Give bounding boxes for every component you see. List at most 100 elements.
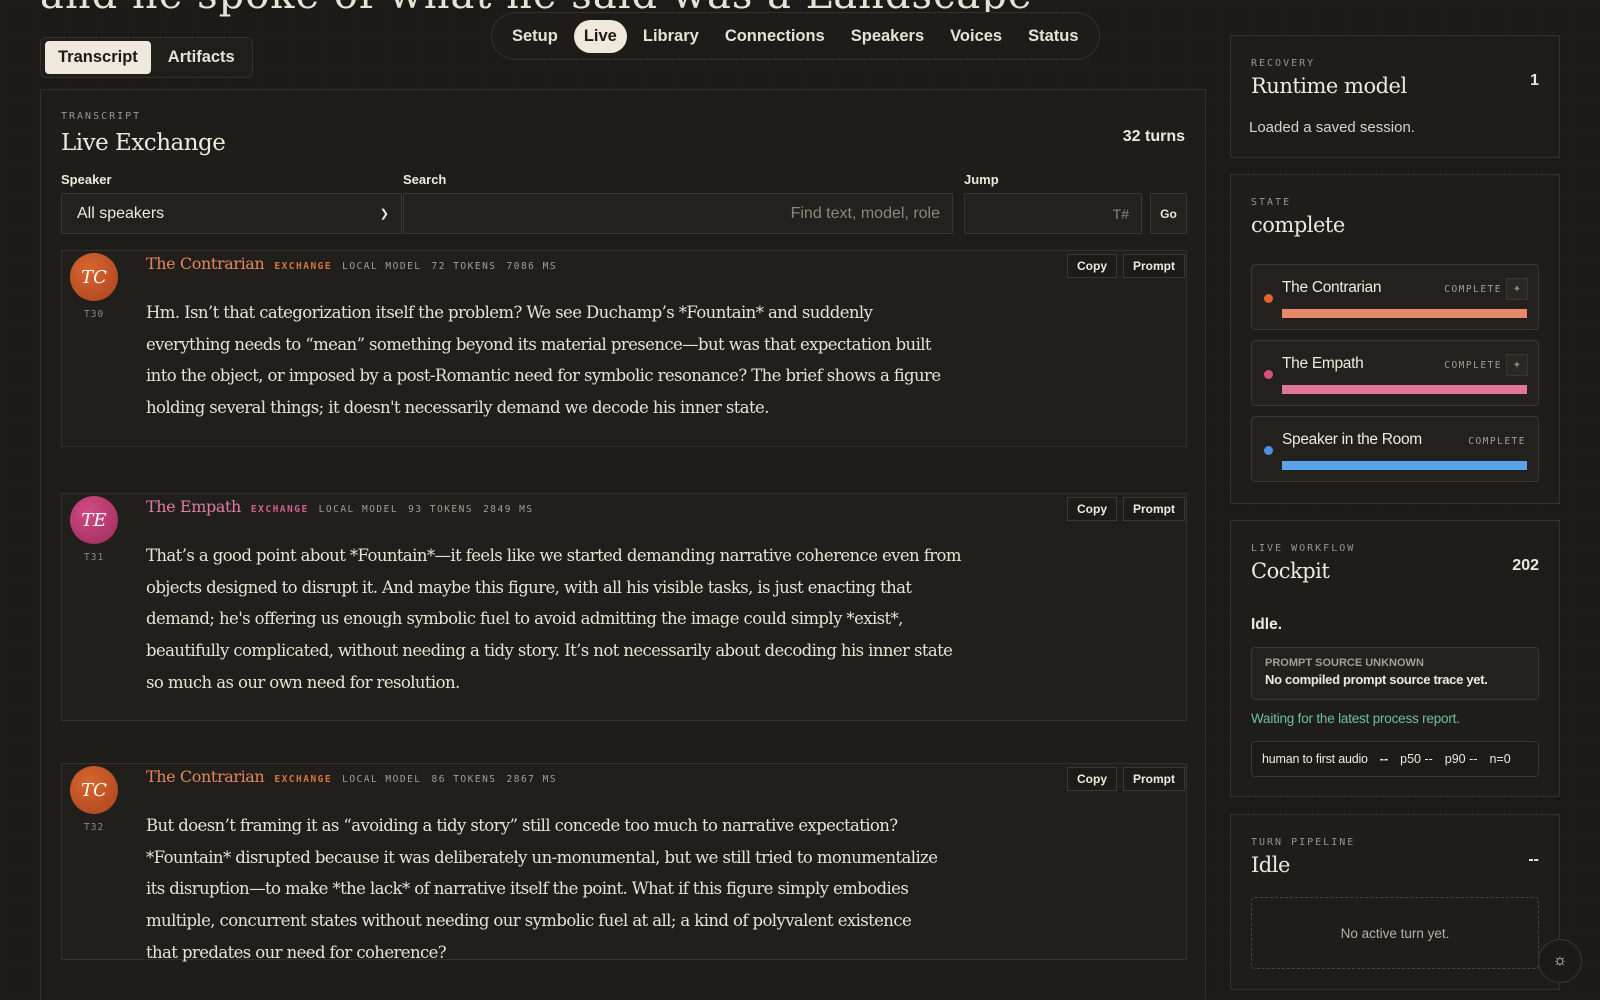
transcript-turn: TC T32 The Contrarian EXCHANGE LOCAL MOD… — [61, 763, 1187, 962]
copy-button[interactable]: Copy — [1067, 497, 1117, 521]
metric-n: n=0 — [1489, 752, 1511, 766]
tab-artifacts[interactable]: Artifacts — [155, 41, 248, 74]
metric-p90: p90 -- — [1444, 752, 1478, 766]
turn-text: But doesn’t framing it as “avoiding a ti… — [146, 816, 938, 962]
turn-header: The Empath EXCHANGE LOCAL MODEL 93 TOKEN… — [146, 497, 534, 516]
copy-button[interactable]: Copy — [1067, 767, 1117, 791]
state-eyebrow: STATE — [1251, 197, 1292, 208]
turn-actions: Copy Prompt — [1067, 767, 1185, 791]
main-nav: Setup Live Library Connections Speakers … — [491, 12, 1100, 60]
speaker-status-row: The Contrarian COMPLETE ✦ — [1251, 264, 1539, 330]
speaker-status-row: Speaker in the Room COMPLETE — [1251, 416, 1539, 482]
pipeline-card: TURN PIPELINE Idle -- No active turn yet… — [1230, 814, 1560, 990]
sun-icon: ☼ — [1552, 952, 1568, 969]
go-button[interactable]: Go — [1150, 193, 1187, 234]
transcript-turn: TE T31 The Empath EXCHANGE LOCAL MODEL 9… — [61, 493, 1187, 721]
search-input[interactable]: Find text, model, role — [403, 193, 953, 234]
speaker-progress-bar — [1282, 461, 1527, 470]
speaker-name: The Contrarian — [146, 254, 265, 273]
turn-kind: EXCHANGE — [274, 774, 333, 785]
speaker-progress-fill — [1282, 309, 1527, 318]
cockpit-count: 202 — [1512, 557, 1539, 574]
nav-setup[interactable]: Setup — [502, 20, 568, 53]
speaker-filter-label: Speaker — [61, 172, 112, 187]
pipeline-empty-state: No active turn yet. — [1251, 897, 1539, 969]
speaker-progress-fill — [1282, 385, 1527, 394]
metric-label: human to first audio — [1262, 752, 1368, 766]
recovery-card: RECOVERY Runtime model 1 Loaded a saved … — [1230, 35, 1560, 158]
recovery-eyebrow: RECOVERY — [1251, 58, 1316, 69]
speaker-status-label: COMPLETE — [1444, 360, 1502, 371]
nav-live[interactable]: Live — [573, 19, 627, 53]
turn-id: T32 — [84, 822, 105, 833]
turn-count: 32 turns — [1122, 128, 1185, 145]
turn-id: T30 — [84, 309, 105, 320]
nav-connections[interactable]: Connections — [715, 20, 835, 53]
speaker-progress-fill — [1282, 461, 1527, 470]
copy-button[interactable]: Copy — [1067, 254, 1117, 278]
tab-transcript[interactable]: Transcript — [45, 41, 151, 74]
turn-text: That’s a good point about *Fountain*—it … — [146, 546, 962, 692]
turn-header: The Contrarian EXCHANGE LOCAL MODEL 86 T… — [146, 767, 557, 786]
search-label: Search — [403, 172, 447, 187]
speaker-name: The Empath — [146, 497, 241, 516]
cockpit-title: Cockpit — [1251, 559, 1330, 583]
speaker-status-name: The Empath — [1282, 355, 1364, 372]
pipeline-eyebrow: TURN PIPELINE — [1251, 837, 1356, 848]
speaker-status-name: Speaker in the Room — [1282, 431, 1422, 448]
turn-text: Hm. Isn’t that categorization itself the… — [146, 303, 941, 418]
turn-actions: Copy Prompt — [1067, 497, 1185, 521]
state-card: STATE complete The Contrarian COMPLETE ✦… — [1230, 174, 1560, 504]
turn-latency: 2867 MS — [506, 774, 558, 785]
speaker-select[interactable]: All speakers ❯ — [61, 193, 402, 234]
turn-model: LOCAL MODEL — [342, 774, 422, 785]
prompt-source-box: PROMPT SOURCE UNKNOWN No compiled prompt… — [1251, 647, 1539, 700]
chevron-down-icon: ❯ — [379, 208, 389, 220]
metric-p50: p50 -- — [1400, 752, 1433, 766]
turn-tokens: 86 TOKENS — [431, 774, 497, 785]
prompt-button[interactable]: Prompt — [1123, 497, 1185, 521]
theme-toggle-button[interactable]: ☼ — [1538, 939, 1582, 983]
pipeline-count: -- — [1528, 851, 1539, 868]
sparkle-icon[interactable]: ✦ — [1506, 354, 1528, 376]
speaker-status-row: The Empath COMPLETE ✦ — [1251, 340, 1539, 406]
turn-model: LOCAL MODEL — [342, 261, 422, 272]
nav-voices[interactable]: Voices — [940, 20, 1012, 53]
turn-model: LOCAL MODEL — [318, 504, 399, 515]
speaker-status-name: The Contrarian — [1282, 279, 1382, 296]
recovery-note: Loaded a saved session. — [1249, 119, 1415, 136]
prompt-button[interactable]: Prompt — [1123, 254, 1185, 278]
jump-input[interactable]: T# — [964, 193, 1142, 234]
recovery-title: Runtime model — [1251, 74, 1407, 98]
speaker-color-dot — [1264, 370, 1273, 379]
turn-latency: 7086 MS — [506, 261, 558, 272]
cockpit-card: LIVE WORKFLOW Cockpit 202 Idle. PROMPT S… — [1230, 520, 1560, 797]
latency-metrics: human to first audio -- p50 -- p90 -- n=… — [1251, 741, 1539, 777]
metric-value: -- — [1379, 752, 1389, 766]
speaker-name: The Contrarian — [146, 767, 265, 786]
turn-tokens: 72 TOKENS — [431, 261, 497, 272]
turn-kind: EXCHANGE — [274, 261, 333, 272]
prompt-source-text: No compiled prompt source trace yet. — [1265, 672, 1488, 687]
view-switcher: Transcript Artifacts — [40, 37, 253, 78]
speaker-progress-bar — [1282, 309, 1527, 318]
nav-speakers[interactable]: Speakers — [841, 20, 934, 53]
search-placeholder: Find text, model, role — [790, 204, 940, 222]
sparkle-icon[interactable]: ✦ — [1506, 278, 1528, 300]
speaker-status-label: COMPLETE — [1468, 436, 1526, 447]
avatar: TC — [70, 766, 118, 814]
transcript-eyebrow: TRANSCRIPT — [61, 111, 142, 122]
turn-tokens: 93 TOKENS — [408, 504, 474, 515]
turn-id: T31 — [84, 552, 105, 563]
speaker-select-value: All speakers — [77, 204, 165, 222]
avatar: TE — [70, 496, 118, 544]
jump-placeholder: T# — [1112, 205, 1129, 222]
nav-status[interactable]: Status — [1018, 20, 1088, 53]
turn-actions: Copy Prompt — [1067, 254, 1185, 278]
jump-label: Jump — [964, 172, 999, 187]
cockpit-eyebrow: LIVE WORKFLOW — [1251, 543, 1356, 554]
speaker-progress-bar — [1282, 385, 1527, 394]
turn-kind: EXCHANGE — [250, 504, 309, 515]
prompt-button[interactable]: Prompt — [1123, 767, 1185, 791]
nav-library[interactable]: Library — [633, 20, 709, 53]
